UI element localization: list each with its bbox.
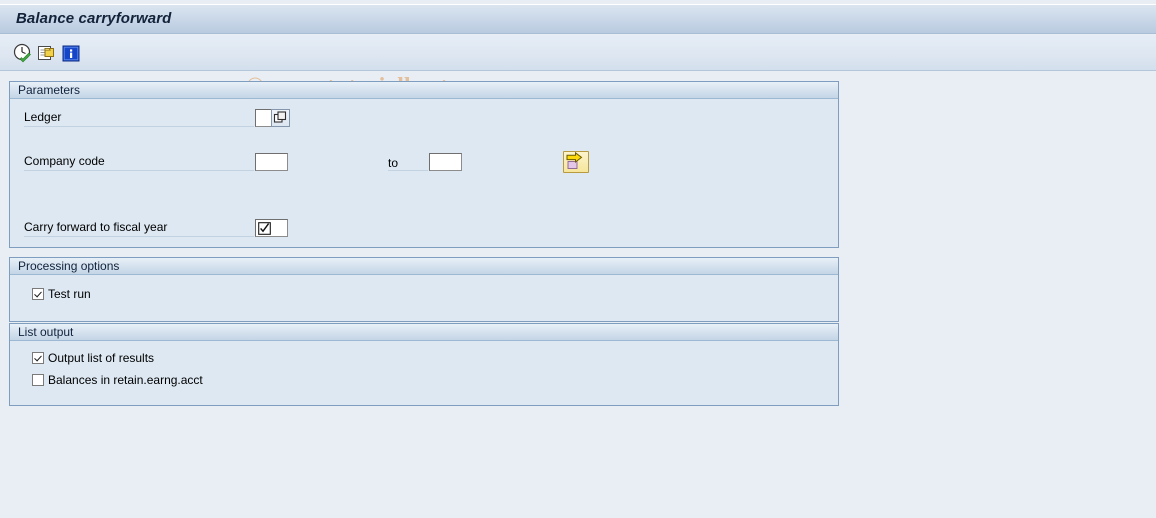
carry-forward-label-rule <box>24 236 254 237</box>
company-code-label-rule <box>24 170 254 171</box>
execute-icon[interactable] <box>12 42 34 64</box>
panel-parameters-title: Parameters <box>10 82 838 99</box>
company-code-label: Company code <box>24 154 105 168</box>
checkbox-test-run-box[interactable] <box>32 287 44 300</box>
checkbox-output-list-of-results-label: Output list of results <box>48 350 155 365</box>
copy-icon[interactable] <box>36 42 58 64</box>
panel-processing-options: Processing options Test run <box>9 257 839 322</box>
panel-processing-options-body: Test run <box>10 275 838 321</box>
company-code-from-input[interactable] <box>255 153 288 171</box>
carry-forward-label: Carry forward to fiscal year <box>24 220 168 234</box>
panel-parameters-body: Ledger Company code to Carry forward to … <box>10 99 838 247</box>
checkbox-output-list-of-results-box[interactable] <box>32 351 44 364</box>
checkbox-balances-in-retained-earnings-acct-box[interactable] <box>32 373 44 386</box>
application-toolbar: © www.tutorialkart.com <box>0 35 1156 100</box>
panel-parameters: Parameters Ledger Company code to Carry … <box>9 81 839 248</box>
carry-forward-input[interactable] <box>255 219 288 237</box>
ledger-search-help-button[interactable] <box>271 109 290 127</box>
info-icon[interactable] <box>60 42 82 64</box>
panel-list-output-title: List output <box>10 324 838 341</box>
checkbox-balances-in-retained-earnings-acct[interactable]: Balances in retain.earng.acct <box>32 372 203 387</box>
multiple-selection-arrow-icon <box>566 151 583 169</box>
ledger-label: Ledger <box>24 110 62 124</box>
panel-list-output-body: Output list of results Balances in retai… <box>10 341 838 405</box>
checkbox-checked-icon <box>258 221 271 235</box>
checkbox-output-list-of-results[interactable]: Output list of results <box>32 350 154 365</box>
company-code-to-rule <box>388 170 428 171</box>
checkbox-balances-in-retained-earnings-acct-label: Balances in retain.earng.acct <box>48 372 203 387</box>
company-code-to-label: to <box>388 156 399 170</box>
overlapping-squares-icon <box>273 111 287 123</box>
panel-processing-options-title: Processing options <box>10 258 838 275</box>
ledger-label-rule <box>24 126 254 127</box>
company-code-to-input[interactable] <box>429 153 462 171</box>
window-title-bar: Balance carryforward <box>0 4 1156 34</box>
checkbox-test-run[interactable]: Test run <box>32 286 91 301</box>
checkbox-test-run-label: Test run <box>48 286 91 301</box>
page-title: Balance carryforward <box>16 10 172 27</box>
panel-list-output: List output Output list of results Balan… <box>9 323 839 406</box>
multiple-selection-button[interactable] <box>563 151 589 173</box>
